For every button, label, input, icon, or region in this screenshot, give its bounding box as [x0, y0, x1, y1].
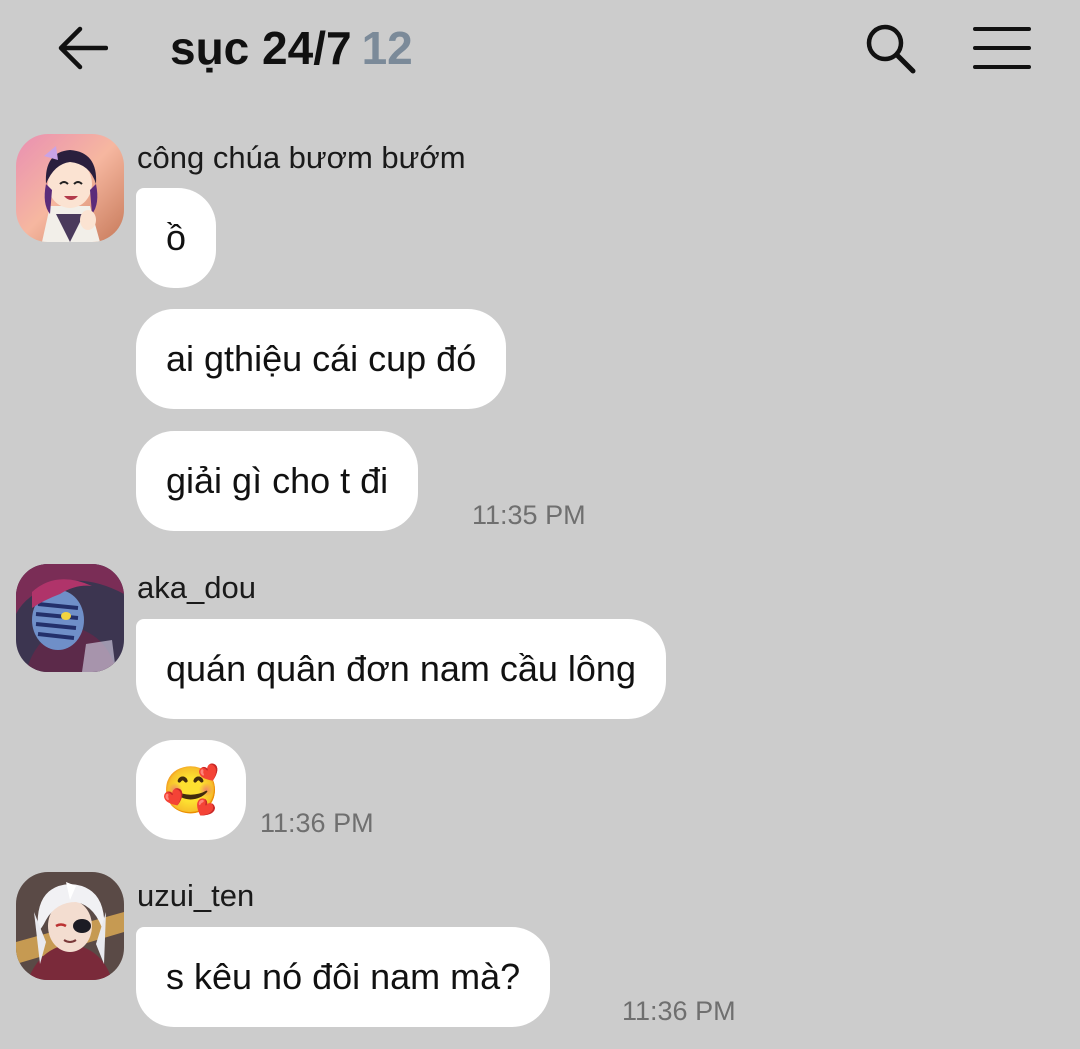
- message-timestamp: 11:36 PM: [260, 808, 374, 838]
- search-icon: [866, 24, 916, 74]
- message-bubble[interactable]: quán quân đơn nam cầu lông: [136, 619, 666, 719]
- anime-avatar-purple-hair: [16, 134, 124, 242]
- search-button[interactable]: [858, 18, 922, 78]
- message-timestamp: 11:36 PM: [622, 996, 736, 1026]
- message-bubble[interactable]: giải gì cho t đi: [136, 431, 419, 531]
- sender-name: uzui_ten: [137, 878, 255, 913]
- menu-button[interactable]: [968, 18, 1036, 78]
- back-button[interactable]: [50, 18, 114, 78]
- emoji-message-bubble[interactable]: 🥰: [136, 740, 246, 840]
- message-bubble[interactable]: s kêu nó đôi nam mà?: [136, 927, 551, 1027]
- back-arrow-icon: [58, 26, 108, 70]
- avatar[interactable]: [16, 872, 124, 980]
- smiling-face-with-hearts-icon: 🥰: [162, 764, 220, 816]
- message-bubble[interactable]: ồ: [136, 188, 217, 288]
- group-name: sục 24/7: [170, 22, 352, 74]
- sender-name: công chúa bươm bướm: [137, 140, 466, 175]
- avatar[interactable]: [16, 134, 124, 242]
- member-count: 12: [361, 22, 413, 74]
- sender-name: aka_dou: [137, 570, 256, 605]
- chat-title[interactable]: sục 24/7 12: [170, 20, 413, 76]
- hamburger-menu-icon: [973, 27, 1031, 69]
- message-bubble[interactable]: ai gthiệu cái cup đó: [136, 309, 507, 409]
- chat-header: sục 24/7 12: [0, 0, 1080, 100]
- avatar[interactable]: [16, 564, 124, 672]
- anime-avatar-red-hair-markings: [16, 564, 124, 672]
- anime-avatar-white-hair: [16, 872, 124, 980]
- message-timestamp: 11:35 PM: [472, 500, 586, 530]
